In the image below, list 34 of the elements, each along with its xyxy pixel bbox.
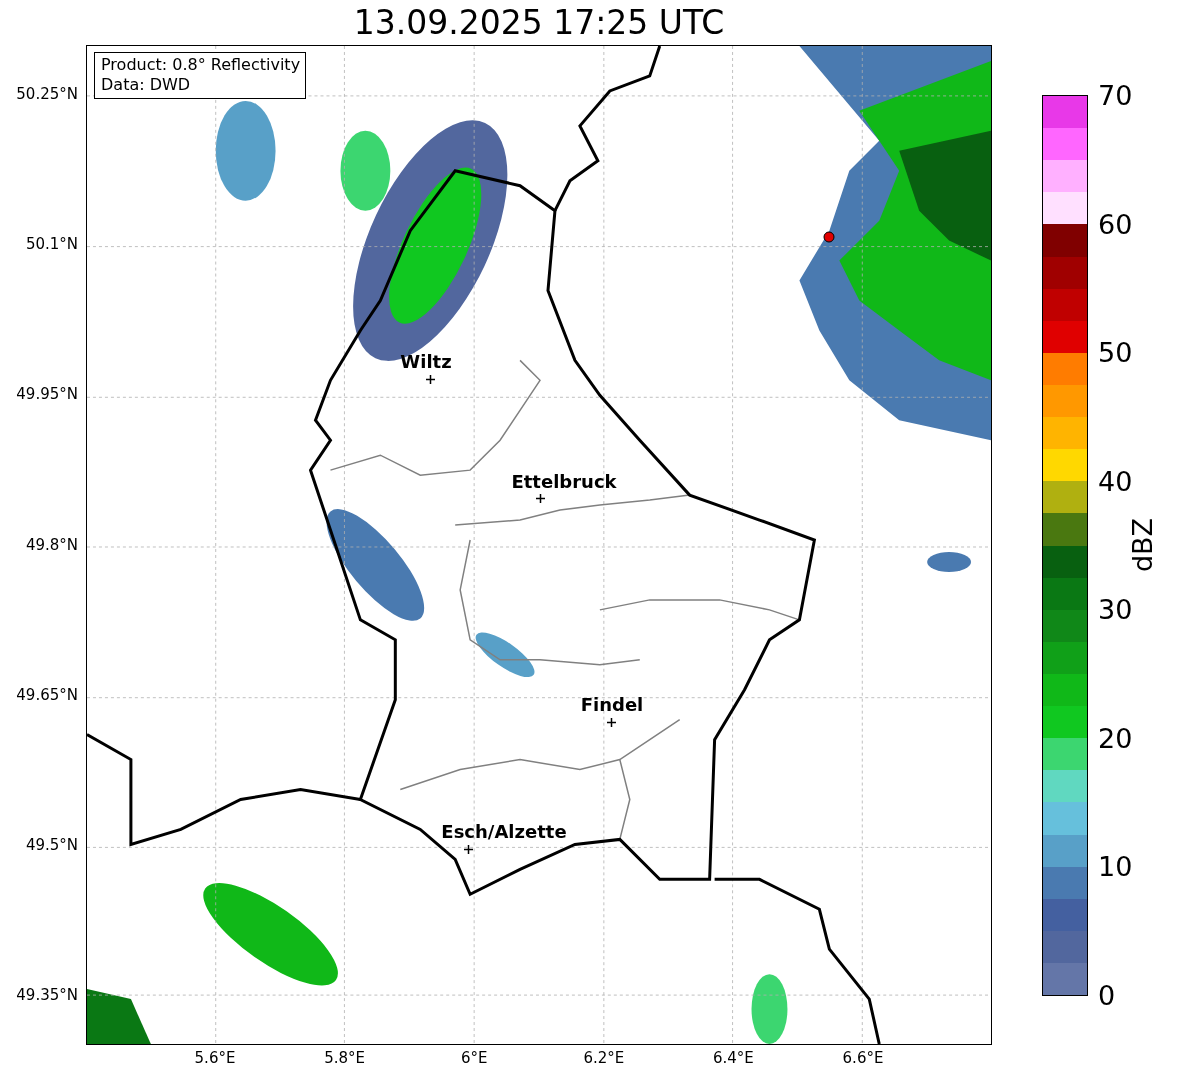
longitude-tick-label: 5.8°E	[324, 1049, 365, 1067]
colorbar-tick-label: 60	[1098, 208, 1133, 240]
city-marker-icon	[426, 375, 435, 384]
longitude-tick-label: 6.4°E	[712, 1049, 754, 1067]
chart-title: 13.09.2025 17:25 UTC	[352, 6, 726, 39]
colorbar-tick-label: 50	[1098, 336, 1133, 368]
latitude-tick-label: 49.35°N	[16, 986, 78, 1005]
city-label: Esch/Alzette	[441, 821, 567, 842]
colorbar-tick-label: 30	[1098, 593, 1133, 625]
colorbar-tick-label: 0	[1098, 979, 1116, 1011]
city-marker-icon	[607, 718, 616, 727]
colorbar-tick-label: 40	[1098, 465, 1133, 497]
longitude-tick-label: 6°E	[460, 1049, 488, 1067]
city-marker-icon	[464, 845, 473, 854]
city-label: Findel	[580, 694, 644, 715]
longitude-tick-label: 6.2°E	[583, 1049, 625, 1067]
longitude-tick-label: 5.6°E	[194, 1049, 236, 1067]
colorbar-tick-label: 10	[1098, 850, 1133, 882]
city-label: Ettelbruck	[511, 471, 617, 492]
colorbar-label: dBZ	[1126, 517, 1158, 573]
info-text: Data: DWD	[101, 75, 192, 95]
latitude-tick-label: 49.95°N	[16, 385, 78, 404]
city-marker-icon	[536, 494, 545, 503]
latitude-tick-label: 50.25°N	[16, 85, 78, 103]
latitude-tick-label: 49.65°N	[16, 685, 78, 704]
city-label: Wiltz	[400, 351, 452, 372]
colorbar-tick-label: 20	[1098, 722, 1133, 754]
latitude-tick-label: 49.5°N	[25, 836, 78, 854]
info-text: Product: 0.8° Reflectivity	[101, 55, 301, 75]
location-dot-icon	[823, 231, 835, 243]
latitude-tick-label: 50.1°N	[25, 235, 78, 254]
colorbar-tick-label: 70	[1098, 79, 1133, 111]
latitude-tick-label: 49.8°N	[25, 535, 78, 554]
longitude-tick-label: 6.6°E	[842, 1049, 884, 1067]
